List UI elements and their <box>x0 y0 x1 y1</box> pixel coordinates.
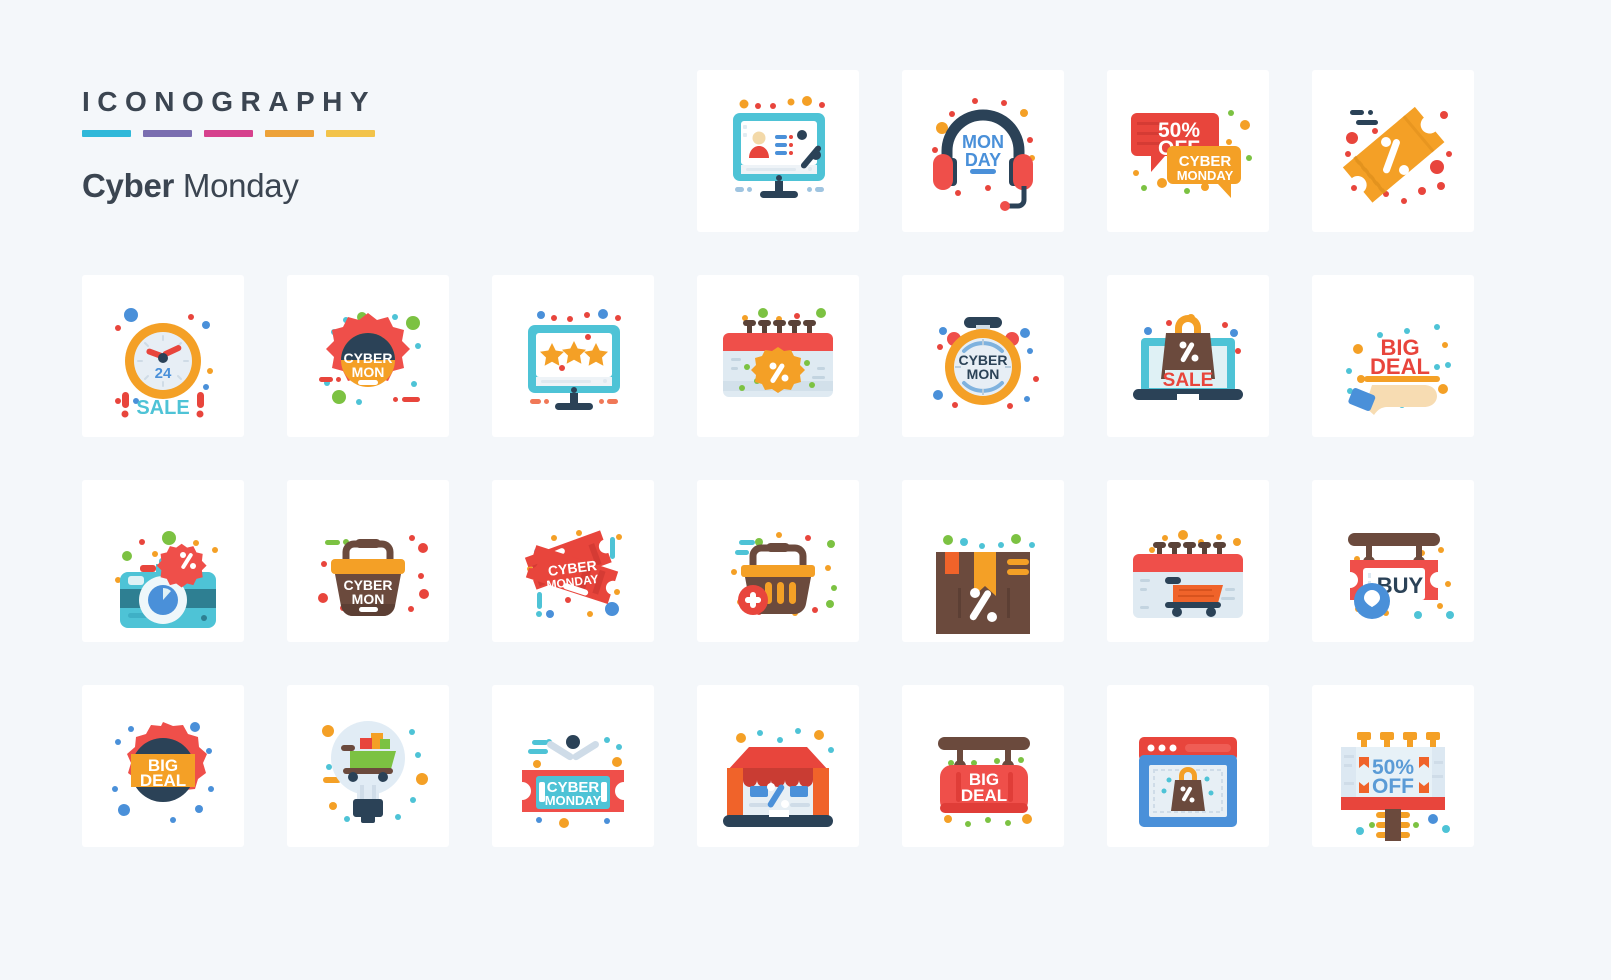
svg-text:MON: MON <box>962 132 1004 152</box>
clock-24-sale-icon: 24 SALE <box>82 275 244 437</box>
icon-card-calendar-cart[interactable] <box>1107 480 1269 642</box>
hand-big-deal-icon: BIG DEAL <box>1312 275 1474 437</box>
billboard-50-off-icon: 50% OFF <box>1312 685 1474 847</box>
icon-card-hanging-sign-buy[interactable]: BUY <box>1312 480 1474 642</box>
icon-card-hand-big-deal[interactable]: BIG DEAL <box>1312 275 1474 437</box>
calendar-discount-icon <box>697 275 859 437</box>
svg-text:MON: MON <box>352 364 385 380</box>
icon-card-monitor-user-discount[interactable] <box>697 70 859 232</box>
icon-card-monitor-rating-stars[interactable] <box>492 275 654 437</box>
hanging-sign-big-deal-icon: BIG DEAL <box>902 685 1064 847</box>
svg-text:SALE: SALE <box>1163 370 1214 391</box>
icon-card-lightbulb-cart-idea[interactable] <box>287 685 449 847</box>
svg-text:SALE: SALE <box>136 397 189 419</box>
svg-text:DEAL: DEAL <box>961 786 1007 805</box>
icon-card-camera-discount[interactable] <box>82 480 244 642</box>
basket-cyber-mon-icon: CYBER MON <box>287 480 449 642</box>
basket-add-item-icon <box>697 480 859 642</box>
badge-cyber-mon-icon: CYBER MON <box>287 275 449 437</box>
icon-card-headphones-monday[interactable]: MON DAY <box>902 70 1064 232</box>
icon-card-package-discount[interactable] <box>902 480 1064 642</box>
svg-text:MON: MON <box>352 591 385 607</box>
icon-card-tickets-cyber-monday[interactable]: CYBER MONDAY <box>492 480 654 642</box>
svg-text:MON: MON <box>967 366 1000 382</box>
lightbulb-cart-idea-icon <box>287 685 449 847</box>
bar-orange <box>265 130 314 137</box>
page-header: ICONOGRAPHY Cyber Monday <box>82 88 376 205</box>
icon-card-hanging-sign-cyber-monday[interactable]: CYBER MONDAY <box>492 685 654 847</box>
icon-card-billboard-50-off[interactable]: 50% OFF <box>1312 685 1474 847</box>
svg-text:OFF: OFF <box>1372 775 1414 798</box>
bar-pink <box>204 130 253 137</box>
icon-card-hanging-sign-big-deal[interactable]: BIG DEAL <box>902 685 1064 847</box>
svg-text:MONDAY: MONDAY <box>545 793 602 808</box>
accent-bar-row <box>82 130 376 137</box>
icon-card-basket-add-item[interactable] <box>697 480 859 642</box>
camera-discount-icon <box>82 480 244 642</box>
svg-text:24: 24 <box>155 365 172 382</box>
calendar-cart-icon <box>1107 480 1269 642</box>
hanging-sign-buy-icon: BUY <box>1312 480 1474 642</box>
flower-badge-big-deal-icon: BIG DEAL <box>82 685 244 847</box>
svg-text:DEAL: DEAL <box>1370 354 1430 379</box>
discount-coupon-ticket-icon <box>1312 70 1474 232</box>
package-discount-icon <box>902 480 1064 642</box>
subtitle-bold: Cyber <box>82 167 175 204</box>
icon-card-clock-24-sale[interactable]: 24 SALE <box>82 275 244 437</box>
svg-text:DAY: DAY <box>965 150 1001 170</box>
icon-card-stopwatch-cyber-mon[interactable]: CYBER MON <box>902 275 1064 437</box>
svg-text:MONDAY: MONDAY <box>1177 168 1234 183</box>
icon-card-discount-coupon-ticket[interactable] <box>1312 70 1474 232</box>
monitor-rating-stars-icon <box>492 275 654 437</box>
subtitle-light: Monday <box>174 167 299 204</box>
stopwatch-cyber-mon-icon: CYBER MON <box>902 275 1064 437</box>
browser-shopping-bag-icon <box>1107 685 1269 847</box>
monitor-user-discount-icon <box>697 70 859 232</box>
laptop-bag-sale-icon: SALE <box>1107 275 1269 437</box>
bar-cyan <box>82 130 131 137</box>
shop-store-discount-icon <box>697 685 859 847</box>
icon-card-laptop-bag-sale[interactable]: SALE <box>1107 275 1269 437</box>
icon-card-flower-badge-big-deal[interactable]: BIG DEAL <box>82 685 244 847</box>
icon-card-basket-cyber-mon[interactable]: CYBER MON <box>287 480 449 642</box>
icon-card-shop-store-discount[interactable] <box>697 685 859 847</box>
icon-card-browser-shopping-bag[interactable] <box>1107 685 1269 847</box>
icon-card-badge-cyber-mon[interactable]: CYBER MON <box>287 275 449 437</box>
page-subtitle: Cyber Monday <box>82 167 376 205</box>
svg-text:DEAL: DEAL <box>140 771 186 790</box>
chat-bubbles-50-off-icon: 50% OFF CYBER MONDAY <box>1107 70 1269 232</box>
icon-card-chat-bubbles-50-off[interactable]: 50% OFF CYBER MONDAY <box>1107 70 1269 232</box>
tickets-cyber-monday-icon: CYBER MONDAY <box>492 480 654 642</box>
page-title: ICONOGRAPHY <box>82 86 377 117</box>
bar-purple <box>143 130 192 137</box>
bar-yellow <box>326 130 375 137</box>
headphones-monday-icon: MON DAY <box>902 70 1064 232</box>
hanging-sign-cyber-monday-icon: CYBER MONDAY <box>492 685 654 847</box>
icon-card-calendar-discount[interactable] <box>697 275 859 437</box>
